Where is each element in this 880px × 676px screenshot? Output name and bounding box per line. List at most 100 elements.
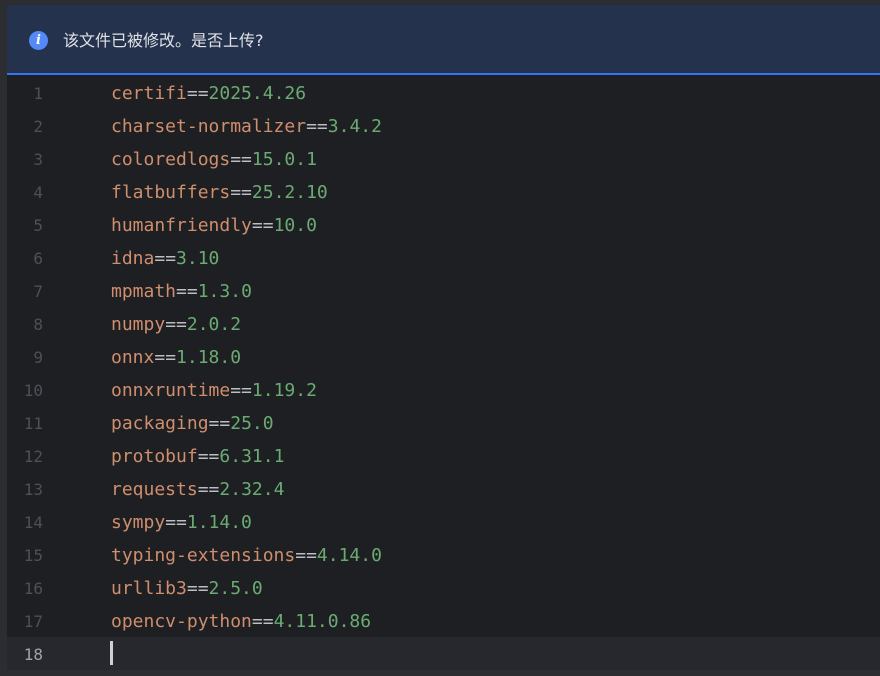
code-editor[interactable]: 1 certifi==2025.4.26 2 charset-normalizer==… bbox=[7, 76, 880, 676]
code-line[interactable]: 17 opencv-python==4.11.0.86 bbox=[7, 604, 880, 637]
line-number: 10 bbox=[23, 381, 43, 400]
code-text[interactable]: idna==3.10 bbox=[111, 249, 219, 269]
window-left-edge bbox=[0, 0, 7, 676]
line-number: 15 bbox=[23, 546, 43, 565]
code-text[interactable]: coloredlogs==15.0.1 bbox=[111, 150, 317, 170]
package-version: 2.5.0 bbox=[208, 578, 263, 599]
code-line[interactable]: 14 sympy==1.14.0 bbox=[7, 505, 880, 538]
code-line[interactable]: 18 bbox=[7, 637, 880, 670]
package-version: 1.3.0 bbox=[197, 281, 252, 302]
package-version: 2025.4.26 bbox=[208, 83, 307, 104]
line-number: 2 bbox=[33, 117, 43, 136]
line-number: 9 bbox=[33, 348, 43, 367]
code-line[interactable]: 11 packaging==25.0 bbox=[7, 406, 880, 439]
line-number: 4 bbox=[33, 183, 43, 202]
version-operator: == bbox=[230, 149, 252, 170]
package-version: 3.10 bbox=[176, 248, 220, 269]
code-line[interactable]: 9 onnx==1.18.0 bbox=[7, 340, 880, 373]
version-operator: == bbox=[197, 479, 220, 500]
package-name: mpmath bbox=[111, 281, 177, 302]
package-name: packaging bbox=[111, 413, 209, 434]
version-operator: == bbox=[165, 314, 187, 335]
line-number: 18 bbox=[23, 645, 43, 664]
package-name: numpy bbox=[111, 314, 166, 335]
package-name: opencv-python bbox=[111, 611, 252, 632]
code-text[interactable]: humanfriendly==10.0 bbox=[111, 216, 317, 236]
package-version: 1.18.0 bbox=[176, 347, 242, 368]
package-name: charset-normalizer bbox=[111, 116, 307, 137]
package-version: 4.11.0.86 bbox=[273, 611, 372, 632]
line-number: 13 bbox=[23, 480, 43, 499]
code-line[interactable]: 13 requests==2.32.4 bbox=[7, 472, 880, 505]
code-text[interactable]: packaging==25.0 bbox=[111, 414, 274, 434]
line-number: 11 bbox=[23, 414, 43, 433]
code-text[interactable]: protobuf==6.31.1 bbox=[111, 447, 284, 467]
package-version: 2.0.2 bbox=[186, 314, 242, 335]
package-name: idna bbox=[111, 248, 155, 269]
code-text[interactable]: onnxruntime==1.19.2 bbox=[111, 381, 317, 401]
code-text[interactable]: flatbuffers==25.2.10 bbox=[111, 183, 328, 203]
line-number: 6 bbox=[33, 249, 43, 268]
line-number: 5 bbox=[33, 216, 43, 235]
package-version: 4.14.0 bbox=[316, 545, 382, 566]
line-number: 12 bbox=[23, 447, 43, 466]
version-operator: == bbox=[208, 413, 231, 434]
code-text[interactable]: typing-extensions==4.14.0 bbox=[111, 546, 382, 566]
package-name: requests bbox=[111, 479, 198, 500]
text-caret bbox=[110, 641, 113, 665]
version-operator: == bbox=[295, 545, 317, 566]
code-text[interactable]: charset-normalizer==3.4.2 bbox=[111, 117, 382, 137]
line-number: 8 bbox=[33, 315, 43, 334]
code-text[interactable]: certifi==2025.4.26 bbox=[111, 84, 306, 104]
package-version: 1.14.0 bbox=[186, 512, 252, 533]
code-text[interactable]: onnx==1.18.0 bbox=[111, 348, 241, 368]
version-operator: == bbox=[230, 182, 252, 203]
version-operator: == bbox=[176, 281, 198, 302]
code-text[interactable]: sympy==1.14.0 bbox=[111, 513, 252, 533]
code-line[interactable]: 2 charset-normalizer==3.4.2 bbox=[7, 109, 880, 142]
code-line[interactable]: 6 idna==3.10 bbox=[7, 241, 880, 274]
line-number: 14 bbox=[23, 513, 43, 532]
package-name: certifi bbox=[111, 83, 187, 104]
code-line[interactable]: 4 flatbuffers==25.2.10 bbox=[7, 175, 880, 208]
package-name: protobuf bbox=[111, 446, 198, 467]
code-line[interactable]: 10 onnxruntime==1.19.2 bbox=[7, 373, 880, 406]
code-line[interactable]: 7 mpmath==1.3.0 bbox=[7, 274, 880, 307]
line-number: 1 bbox=[33, 84, 43, 103]
code-line[interactable]: 15 typing-extensions==4.14.0 bbox=[7, 538, 880, 571]
code-line[interactable]: 12 protobuf==6.31.1 bbox=[7, 439, 880, 472]
code-line[interactable]: 1 certifi==2025.4.26 bbox=[7, 76, 880, 109]
package-version: 25.0 bbox=[230, 413, 274, 434]
package-name: onnx bbox=[111, 347, 155, 368]
package-version: 10.0 bbox=[273, 215, 317, 236]
line-number: 7 bbox=[33, 282, 43, 301]
version-operator: == bbox=[251, 215, 274, 236]
line-number: 17 bbox=[23, 612, 43, 631]
code-line[interactable]: 5 humanfriendly==10.0 bbox=[7, 208, 880, 241]
package-name: typing-extensions bbox=[111, 545, 296, 566]
code-line[interactable]: 16 urllib3==2.5.0 bbox=[7, 571, 880, 604]
package-version: 6.31.1 bbox=[219, 446, 285, 467]
version-operator: == bbox=[251, 611, 274, 632]
code-text[interactable]: urllib3==2.5.0 bbox=[111, 579, 263, 599]
package-name: flatbuffers bbox=[111, 182, 231, 203]
code-text[interactable]: numpy==2.0.2 bbox=[111, 315, 241, 335]
editor-bottom-divider bbox=[7, 670, 880, 676]
file-modified-notification-banner[interactable]: i 该文件已被修改。是否上传? bbox=[7, 5, 880, 75]
package-version: 2.32.4 bbox=[219, 479, 285, 500]
code-line[interactable]: 8 numpy==2.0.2 bbox=[7, 307, 880, 340]
code-text[interactable]: requests==2.32.4 bbox=[111, 480, 284, 500]
package-version: 1.19.2 bbox=[251, 380, 317, 401]
notification-message: 该文件已被修改。是否上传? bbox=[63, 31, 264, 50]
package-name: urllib3 bbox=[111, 578, 187, 599]
version-operator: == bbox=[306, 116, 328, 137]
code-text[interactable]: opencv-python==4.11.0.86 bbox=[111, 612, 371, 632]
package-name: humanfriendly bbox=[111, 215, 252, 236]
version-operator: == bbox=[165, 512, 187, 533]
version-operator: == bbox=[154, 347, 177, 368]
package-version: 15.0.1 bbox=[251, 149, 317, 170]
package-name: sympy bbox=[111, 512, 166, 533]
version-operator: == bbox=[230, 380, 252, 401]
code-line[interactable]: 3 coloredlogs==15.0.1 bbox=[7, 142, 880, 175]
code-text[interactable]: mpmath==1.3.0 bbox=[111, 282, 252, 302]
